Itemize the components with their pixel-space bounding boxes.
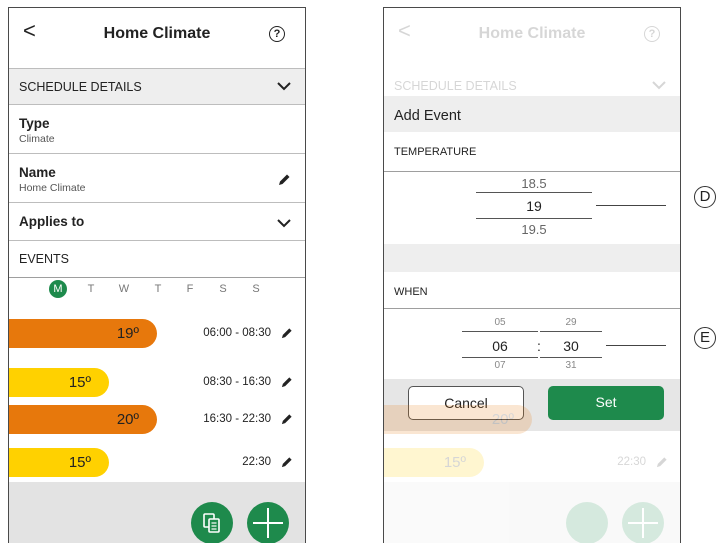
pencil-icon[interactable] [281, 456, 293, 468]
help-icon[interactable]: ? [269, 26, 285, 42]
chevron-down-icon[interactable] [277, 218, 291, 228]
day-sunday[interactable]: S [247, 280, 265, 298]
add-event-button[interactable] [247, 502, 289, 543]
day-monday[interactable]: M [49, 280, 67, 298]
applies-to-label: Applies to [19, 214, 85, 229]
copy-schedule-button [566, 502, 608, 543]
chevron-down-icon[interactable] [277, 81, 291, 91]
minute-previous: 29 [565, 317, 577, 328]
schedule-details-label: SCHEDULE DETAILS [394, 79, 517, 93]
event-time: 22:30 [617, 456, 646, 468]
minute-next: 31 [565, 360, 577, 371]
day-tuesday[interactable]: T [82, 280, 100, 298]
page-title: Home Climate [103, 25, 211, 42]
callout-leader [606, 345, 666, 346]
applies-to-row[interactable]: Applies to [9, 203, 305, 241]
right-screen: < Home Climate ? SCHEDULE DETAILS Add Ev… [383, 7, 681, 543]
pencil-icon[interactable] [281, 413, 293, 425]
day-thursday[interactable]: T [149, 280, 167, 298]
name-value: Home Climate [19, 182, 86, 194]
type-row: Type Climate [9, 105, 305, 154]
event-temperature-bar: 15º [9, 448, 109, 477]
plus-icon [253, 508, 283, 538]
bottom-bar [9, 482, 305, 543]
pencil-icon[interactable] [281, 376, 293, 388]
page-title: Home Climate [478, 25, 586, 42]
pencil-icon[interactable] [278, 173, 291, 186]
event-temperature-bar: 19º [9, 319, 157, 348]
add-event-header: Add Event [384, 96, 680, 132]
event-temperature-bar: 20º [384, 405, 532, 434]
callout-e: E [694, 327, 716, 349]
copy-schedule-button[interactable] [191, 502, 233, 543]
time-picker[interactable]: 05 06 07 : 29 30 31 [384, 309, 680, 379]
type-value: Climate [19, 133, 55, 145]
hour-next: 07 [494, 360, 506, 371]
temperature-current[interactable]: 19 [476, 198, 592, 214]
callout-d: D [694, 186, 716, 208]
help-icon: ? [644, 26, 660, 42]
day-selector: M T W T F S S [9, 280, 305, 310]
pencil-icon[interactable] [281, 327, 293, 339]
section-spacer [384, 244, 680, 272]
event-time: 08:30 - 16:30 [203, 376, 271, 388]
bottom-bar [384, 482, 680, 543]
temperature-previous: 18.5 [521, 176, 547, 191]
copy-icon [203, 513, 220, 533]
minute-current[interactable]: 30 [540, 338, 602, 354]
temperature-picker[interactable]: 18.5 19 19.5 [384, 172, 680, 244]
event-time: 06:00 - 08:30 [203, 327, 271, 339]
day-wednesday[interactable]: W [115, 280, 133, 298]
temperature-label: TEMPERATURE [394, 146, 477, 158]
set-button[interactable]: Set [548, 386, 664, 420]
app-header: < Home Climate ? [384, 8, 680, 66]
when-section: WHEN [384, 272, 680, 309]
event-temperature-bar: 15º [9, 368, 109, 397]
plus-icon [628, 508, 658, 538]
schedule-details-row[interactable]: SCHEDULE DETAILS [9, 68, 305, 105]
pencil-icon [656, 457, 667, 468]
event-temperature-bar: 15º [384, 448, 484, 477]
picker-divider [462, 357, 538, 358]
add-event-title: Add Event [394, 108, 461, 124]
picker-divider [476, 218, 592, 219]
picker-divider [540, 331, 602, 332]
schedule-details-label: SCHEDULE DETAILS [19, 80, 142, 94]
left-screen: < Home Climate ? SCHEDULE DETAILS Type C… [8, 7, 306, 543]
picker-divider [476, 192, 592, 193]
type-label: Type [19, 116, 50, 131]
hour-previous: 05 [494, 317, 506, 328]
hour-current[interactable]: 06 [462, 338, 538, 354]
day-friday[interactable]: F [181, 280, 199, 298]
event-time: 22:30 [242, 456, 271, 468]
callout-leader [596, 205, 666, 206]
app-header: < Home Climate ? [9, 8, 305, 66]
event-temperature-bar: 20º [9, 405, 157, 434]
when-label: WHEN [394, 286, 428, 298]
temperature-next: 19.5 [521, 222, 547, 237]
events-label: EVENTS [19, 252, 70, 266]
day-saturday[interactable]: S [214, 280, 232, 298]
temperature-section: TEMPERATURE [384, 132, 680, 172]
event-time: 16:30 - 22:30 [203, 413, 271, 425]
picker-divider [462, 331, 538, 332]
chevron-down-icon [652, 81, 666, 90]
events-row: EVENTS [9, 241, 305, 278]
picker-divider [540, 357, 602, 358]
name-label: Name [19, 165, 56, 180]
name-row[interactable]: Name Home Climate [9, 154, 305, 203]
add-event-button [622, 502, 664, 543]
